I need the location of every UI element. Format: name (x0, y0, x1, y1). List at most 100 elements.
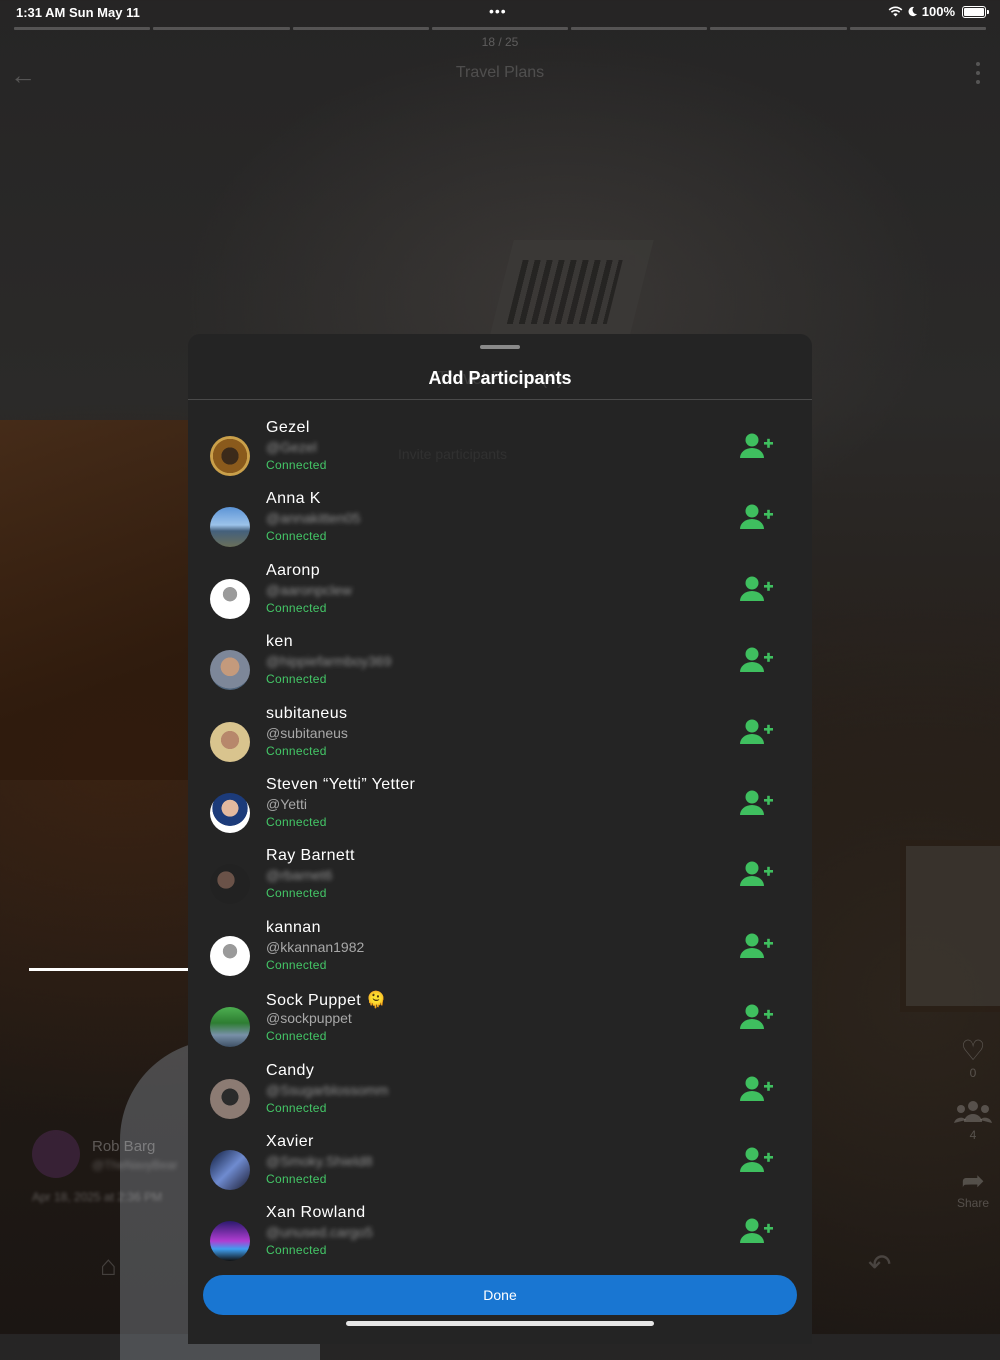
participant-avatar[interactable] (210, 1078, 250, 1119)
reply-icon[interactable]: ↶ (868, 1248, 891, 1281)
multitasking-dots-icon[interactable]: ••• (489, 3, 507, 19)
background-picture-frame (900, 840, 1000, 1012)
participant-row[interactable]: ken @hippiefarmboy369 Connected (188, 632, 812, 703)
participant-row[interactable]: Anna K @annakitten05 Connected (188, 489, 812, 560)
share-arrow-icon: ➦ (961, 1165, 985, 1196)
moon-icon (908, 6, 917, 17)
progress-segment (710, 27, 847, 30)
participant-handle: @Gezel (266, 439, 317, 455)
participant-handle: @subitaneus (266, 724, 348, 741)
participant-row[interactable]: Sock Puppet 🫠 @sockpuppet Connected (188, 989, 812, 1060)
connection-status: Connected (266, 1029, 327, 1044)
participant-name: Gezel (266, 419, 310, 436)
participant-avatar[interactable] (210, 578, 250, 619)
author-name: Rob Barg (92, 1138, 156, 1155)
participants-action[interactable]: 4 (943, 1098, 1000, 1142)
battery-percent: 100% (921, 4, 955, 19)
progress-segment (292, 27, 429, 30)
connection-status: Connected (266, 529, 327, 544)
participant-name: Anna K (266, 490, 321, 508)
add-person-icon[interactable] (740, 718, 774, 748)
sheet-title: Add Participants (428, 368, 572, 388)
participant-avatar[interactable] (210, 721, 250, 762)
participant-avatar[interactable] (210, 1150, 250, 1190)
participant-handle: @rbarnet6 (266, 867, 333, 884)
connection-status: Connected (266, 1243, 327, 1258)
participant-row[interactable]: Xavier @Smoky.Shield8 Connected (188, 1132, 812, 1203)
background-wood-shelf (0, 420, 200, 780)
story-progress-bar (14, 27, 986, 971)
participant-avatar[interactable] (210, 864, 250, 905)
progress-segment (14, 27, 151, 30)
participant-handle: @Ssugarblossomm (266, 1081, 389, 1098)
participant-name: Xavier (266, 1133, 314, 1150)
home-indicator (346, 1321, 654, 1326)
add-person-icon[interactable] (740, 432, 774, 462)
connection-status: Connected (266, 1100, 327, 1115)
participant-avatar[interactable] (210, 436, 250, 476)
add-person-icon[interactable] (740, 503, 774, 533)
participant-handle: @annakitten05 (266, 510, 361, 527)
participant-row[interactable]: Gezel @Gezel Connected (188, 418, 812, 489)
connection-status: Connected (266, 743, 327, 758)
participant-avatar[interactable] (210, 1221, 250, 1262)
participant-handle: @sockpuppet (266, 1010, 352, 1027)
participant-avatar[interactable] (210, 650, 250, 691)
participant-avatar[interactable] (210, 935, 250, 976)
wifi-icon (888, 6, 903, 17)
participant-name: subitaneus (266, 704, 348, 722)
participant-row[interactable]: kannan @kkannan1982 Connected (188, 918, 812, 989)
like-count: 0 (969, 1066, 977, 1080)
add-person-icon[interactable] (740, 1217, 774, 1247)
connection-status: Connected (266, 886, 327, 901)
participant-name: Candy (266, 1061, 315, 1079)
status-bar: 1:31 AM Sun May 11 ••• 100% (0, 0, 1000, 24)
add-person-icon[interactable] (740, 1003, 774, 1033)
participant-avatar[interactable] (210, 1007, 250, 1048)
add-person-icon[interactable] (740, 860, 774, 890)
done-button[interactable]: Done (203, 1275, 797, 1315)
add-person-icon[interactable] (740, 575, 774, 605)
connection-status: Connected (266, 957, 327, 972)
status-time: 1:31 AM (16, 5, 66, 20)
sheet-grabber[interactable] (480, 345, 520, 349)
connection-status: Connected (266, 458, 327, 472)
connection-status: Connected (266, 672, 327, 687)
add-person-icon[interactable] (740, 1075, 774, 1105)
status-date: Sun May 11 (69, 5, 140, 20)
participant-name: Steven “Yetti” Yetter (266, 776, 416, 793)
participant-row[interactable]: subitaneus @subitaneus Connected (188, 704, 812, 775)
participant-handle: @Yetti (266, 796, 307, 812)
home-icon[interactable]: ⌂ (100, 1250, 117, 1282)
add-person-icon[interactable] (740, 1146, 774, 1176)
story-counter: 18 / 25 (481, 35, 519, 49)
participant-row[interactable]: Aaronp @aaronpclew Connected (188, 561, 812, 632)
heart-icon: ♡ (960, 1035, 986, 1066)
progress-segment (849, 27, 986, 30)
connection-status: Connected (266, 815, 327, 829)
participant-row[interactable]: Candy @Ssugarblossomm Connected (188, 1061, 812, 1132)
participant-row[interactable]: Ray Barnett @rbarnet6 Connected (188, 846, 812, 917)
add-person-icon[interactable] (740, 789, 774, 819)
author-avatar[interactable] (32, 1130, 80, 1178)
like-action[interactable]: ♡ 0 (943, 1035, 1000, 1081)
share-label: Share (956, 1196, 990, 1210)
post-date: Apr 18, 2025 at 2:36 PM (32, 1190, 163, 1204)
participant-name: Sock Puppet 🫠 (266, 992, 387, 1010)
participant-avatar[interactable] (210, 507, 250, 548)
participant-row[interactable]: Xan Rowland @unused.cargo5 Connected (188, 1203, 812, 1274)
connection-status: Connected (266, 600, 327, 615)
participant-avatar[interactable] (210, 793, 250, 833)
participant-name: Xan Rowland (266, 1204, 366, 1222)
participant-handle: @kkannan1982 (266, 938, 365, 955)
participant-handle: @Smoky.Shield8 (266, 1153, 373, 1169)
add-person-icon[interactable] (740, 932, 774, 962)
group-icon (954, 1101, 992, 1123)
participant-handle: @hippiefarmboy369 (266, 653, 392, 670)
more-options-icon[interactable] (976, 62, 980, 89)
participant-row[interactable]: Steven “Yetti” Yetter @Yetti Connected (188, 775, 812, 846)
status-right-cluster: 100% (888, 4, 989, 19)
share-action[interactable]: ➦ Share (943, 1165, 1000, 1211)
add-person-icon[interactable] (740, 646, 774, 676)
connection-status: Connected (266, 1172, 327, 1186)
